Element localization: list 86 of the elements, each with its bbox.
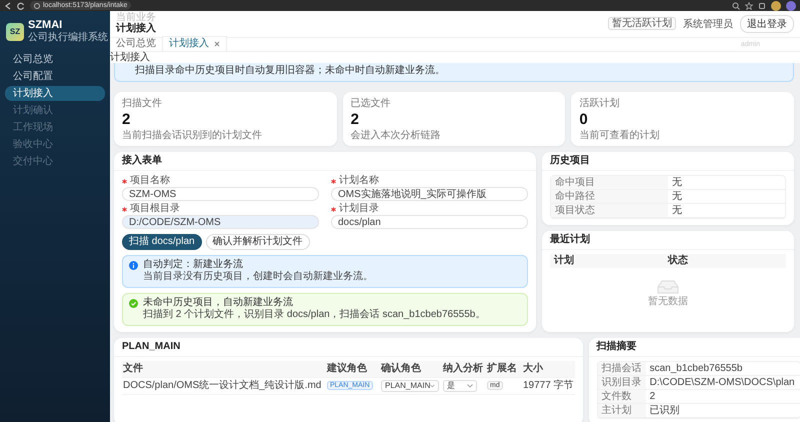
stat-value: 0 (579, 111, 589, 128)
table-cell: 命中项目 (551, 176, 668, 190)
card-title: 历史项目 (542, 152, 794, 171)
nav-item[interactable]: 公司配置 (5, 69, 105, 84)
extension-icon (758, 2, 766, 10)
brand-subtitle: 公司执行编排系统 (28, 32, 108, 44)
table-cell-text: 19777 字节 (522, 378, 575, 393)
nav-item[interactable]: 计划接入 (5, 86, 105, 101)
reload-icon (17, 2, 25, 10)
field-label: 计划目录 (331, 203, 528, 215)
input-field[interactable]: docs/plan (331, 215, 528, 229)
caret-icon (430, 384, 435, 388)
logo-tile: SZ (6, 22, 24, 40)
required-icon (331, 178, 336, 184)
field-label: 项目根目录 (122, 203, 319, 215)
alert-title: 自动判定：新建业务流 (143, 259, 243, 270)
required-icon (122, 206, 127, 212)
breadcrumb: 当前业务 (116, 12, 157, 23)
table-cell-text: DOCS/plan/OMS统一设计文档_纯设计版.md (122, 378, 322, 393)
stat-label: 扫描文件 (122, 98, 163, 109)
card-title: 扫描摘要 (588, 338, 800, 357)
alert-message: 扫描到 2 个计划文件，识别目录 docs/plan，扫描会话 scan_b1cbeb76555b。 (142, 309, 486, 321)
column-header: 状态 (668, 255, 689, 267)
card-title: 最近计划 (542, 231, 794, 250)
required-icon (331, 206, 336, 212)
input-field[interactable]: D:/CODE/SZM-OMS (122, 215, 319, 229)
table-cell: D:\CODE\SZM-OMS\DOCS\plan (646, 376, 800, 390)
column-header: 计划 (554, 255, 575, 267)
select-field[interactable]: 是 (443, 380, 477, 392)
star-icon (745, 2, 753, 10)
column-header: 确认角色 (380, 362, 422, 376)
table-cell: 2 (646, 390, 800, 404)
table-cell: 主计划 (598, 404, 646, 418)
table-cell: scan_b1cbeb76555b (646, 362, 800, 376)
table-cell: 命中路径 (551, 190, 668, 204)
alert-message: 当前目录没有历史项目，创建时会自动新建业务流。 (142, 271, 374, 283)
back-icon (4, 2, 12, 10)
card-title: 接入表单 (114, 152, 536, 171)
page-title: 计划接入 (116, 23, 157, 35)
stat-value: 2 (350, 111, 360, 128)
avatar-icon (771, 0, 781, 10)
card-title: PLAN_MAIN (114, 338, 583, 357)
required-icon (122, 178, 127, 184)
brand-name: SZMAI (28, 19, 64, 32)
column-header: 纳入分析 (442, 362, 484, 376)
table-cell: 无 (668, 190, 785, 204)
caret-icon (467, 384, 473, 388)
column-header: 大小 (522, 362, 544, 376)
table-cell: 已识别 (646, 404, 800, 418)
table-cell: 无 (668, 176, 785, 190)
status-badge: 暂无活跃计划 (608, 17, 676, 30)
stat-label: 已选文件 (350, 98, 392, 109)
tab[interactable]: 计划接入 (162, 37, 227, 51)
stat-description: 当前扫描会话识别到的计划文件 (122, 130, 263, 141)
check-icon (129, 298, 138, 308)
field-label: 计划名称 (331, 175, 528, 187)
table-cell: 识别目录 (598, 376, 646, 390)
table-cell: 项目状态 (551, 204, 668, 218)
stat-description: 当前可查看的计划 (579, 130, 660, 141)
stat-value: 2 (122, 111, 132, 128)
table-cell: 无 (668, 204, 785, 218)
input-field[interactable]: OMS实施落地说明_实际可操作版 (331, 187, 528, 201)
info-banner: 扫描目录命中历史项目时自动复用旧容器；未命中时自动新建业务流。 (114, 63, 794, 82)
stat-label: 活跃计划 (579, 98, 620, 109)
profile-icon (786, 0, 796, 10)
nav-item[interactable]: 公司总览 (5, 52, 105, 67)
column-header: 扩展名 (486, 361, 518, 376)
column-header: 文件 (122, 362, 144, 376)
logout-button[interactable]: 退出登录 (740, 14, 794, 32)
stat-description: 会进入本次分析链路 (350, 130, 442, 141)
column-header: 建议角色 (326, 362, 368, 376)
table-cell: 扫描会话 (598, 362, 646, 376)
scan-button[interactable]: 扫描 docs/plan (122, 234, 202, 250)
empty-state-text: 暂无数据 (648, 296, 688, 307)
field-label: 项目名称 (122, 175, 319, 187)
tab[interactable]: 公司总览 (110, 37, 162, 51)
section-label: 计划接入 (110, 52, 800, 63)
close-icon (214, 41, 220, 47)
zoom-icon (732, 2, 740, 10)
inbox-icon (657, 280, 679, 294)
input-field[interactable]: SZM-OMS (122, 187, 319, 201)
select-field[interactable]: PLAN_MAIN (381, 380, 439, 392)
user-name: 系统管理员 (683, 18, 733, 30)
confirm-button[interactable]: 确认并解析计划文件 (206, 234, 310, 250)
table-cell: 文件数 (598, 390, 646, 404)
alert-title: 未命中历史项目，自动新建业务流 (143, 297, 293, 308)
